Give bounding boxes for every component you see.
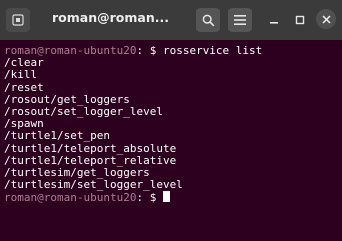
terminal-window: roman@roman... roman@roman-ubuntu20: $ r… [0,0,342,241]
output-line: /turtlesim/set_logger_level [4,178,183,192]
prompt-symbol: $ [149,44,163,57]
new-tab-button[interactable] [6,8,30,32]
search-icon [202,14,214,26]
output-line: /rosout/set_logger_level [4,104,163,118]
command-line: roman@roman-ubuntu20: $ rosservice list [4,44,342,57]
command-text: rosservice list [162,44,263,57]
hamburger-menu-icon [234,15,246,25]
minimize-icon [270,22,278,24]
close-button[interactable] [316,9,336,29]
minimize-button[interactable] [266,12,282,28]
title-bar[interactable]: roman@roman... [0,0,342,40]
maximize-icon [295,15,305,25]
output-line: /turtle1/teleport_absolute [4,141,177,155]
window-title: roman@roman... [52,10,169,25]
final-prompt-symbol: $ [149,191,163,205]
text-cursor [162,191,170,203]
search-button[interactable] [196,8,220,32]
maximize-button[interactable] [292,12,308,28]
menu-button[interactable] [228,8,252,32]
prompt-path [143,44,150,57]
output-line: /turtle1/set_pen [4,129,110,143]
output-line: /clear [4,56,44,70]
output-line: /kill [4,68,38,82]
final-prompt-path [143,191,150,204]
terminal-output[interactable]: roman@roman-ubuntu20: $ rosservice list … [0,40,342,241]
final-prompt-line: roman@roman-ubuntu20: $ [4,191,342,205]
final-prompt-user: roman@roman-ubuntu20 [4,191,137,205]
prompt-user: roman@roman-ubuntu20 [4,44,137,57]
new-tab-icon [12,14,24,26]
output-line: /reset [4,80,44,94]
close-icon [321,14,331,24]
output-lines: /clear/kill/reset/rosout/get_loggers/ros… [4,56,342,192]
